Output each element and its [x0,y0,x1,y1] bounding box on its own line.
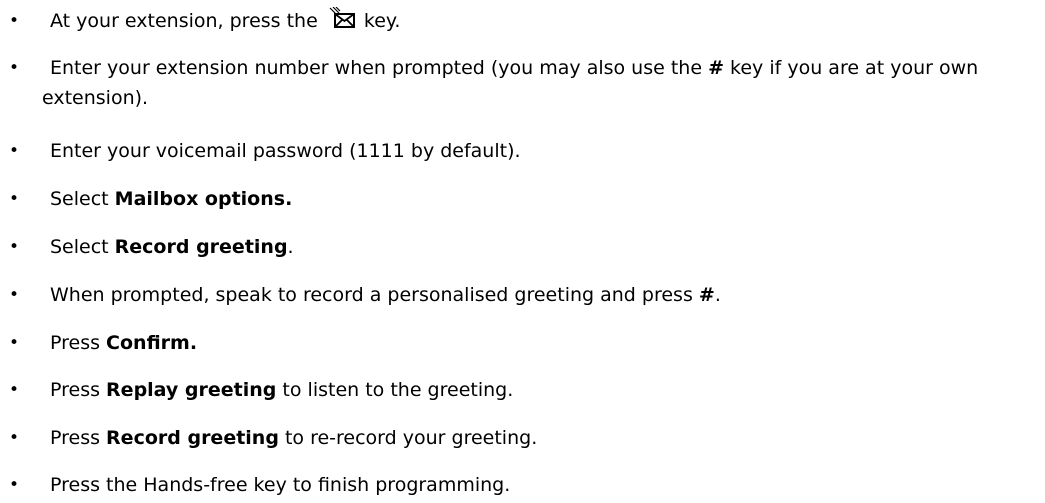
bullet: • [9,141,20,161]
step-text: Press Record greeting to re-record your … [50,427,538,449]
bullet: • [9,11,20,31]
step-text: Press Confirm. [50,332,198,354]
step-text: At your extension, press the key. [50,6,1040,38]
bullet: • [9,428,20,448]
bullet: • [9,285,20,305]
voicemail-key-icon [328,6,356,38]
step-text: Select Record greeting. [50,236,294,258]
bullet: • [9,380,20,400]
step-text: Press Replay greeting to listen to the g… [50,379,514,401]
step-text: Press the Hands-free key to finish progr… [50,474,511,496]
bullet: • [9,189,20,209]
bullet: • [9,237,20,257]
bullet: • [9,333,20,353]
step-text: When prompted, speak to record a persona… [50,284,721,306]
step-text: Enter your extension number when prompte… [42,57,979,109]
bullet: • [9,58,20,78]
step-text: Select Mailbox options. [50,188,293,210]
step-text: Enter your voicemail password (1111 by d… [50,140,521,162]
list-item: • Enter your extension number when promp… [0,53,1040,113]
bullet: • [9,475,20,495]
